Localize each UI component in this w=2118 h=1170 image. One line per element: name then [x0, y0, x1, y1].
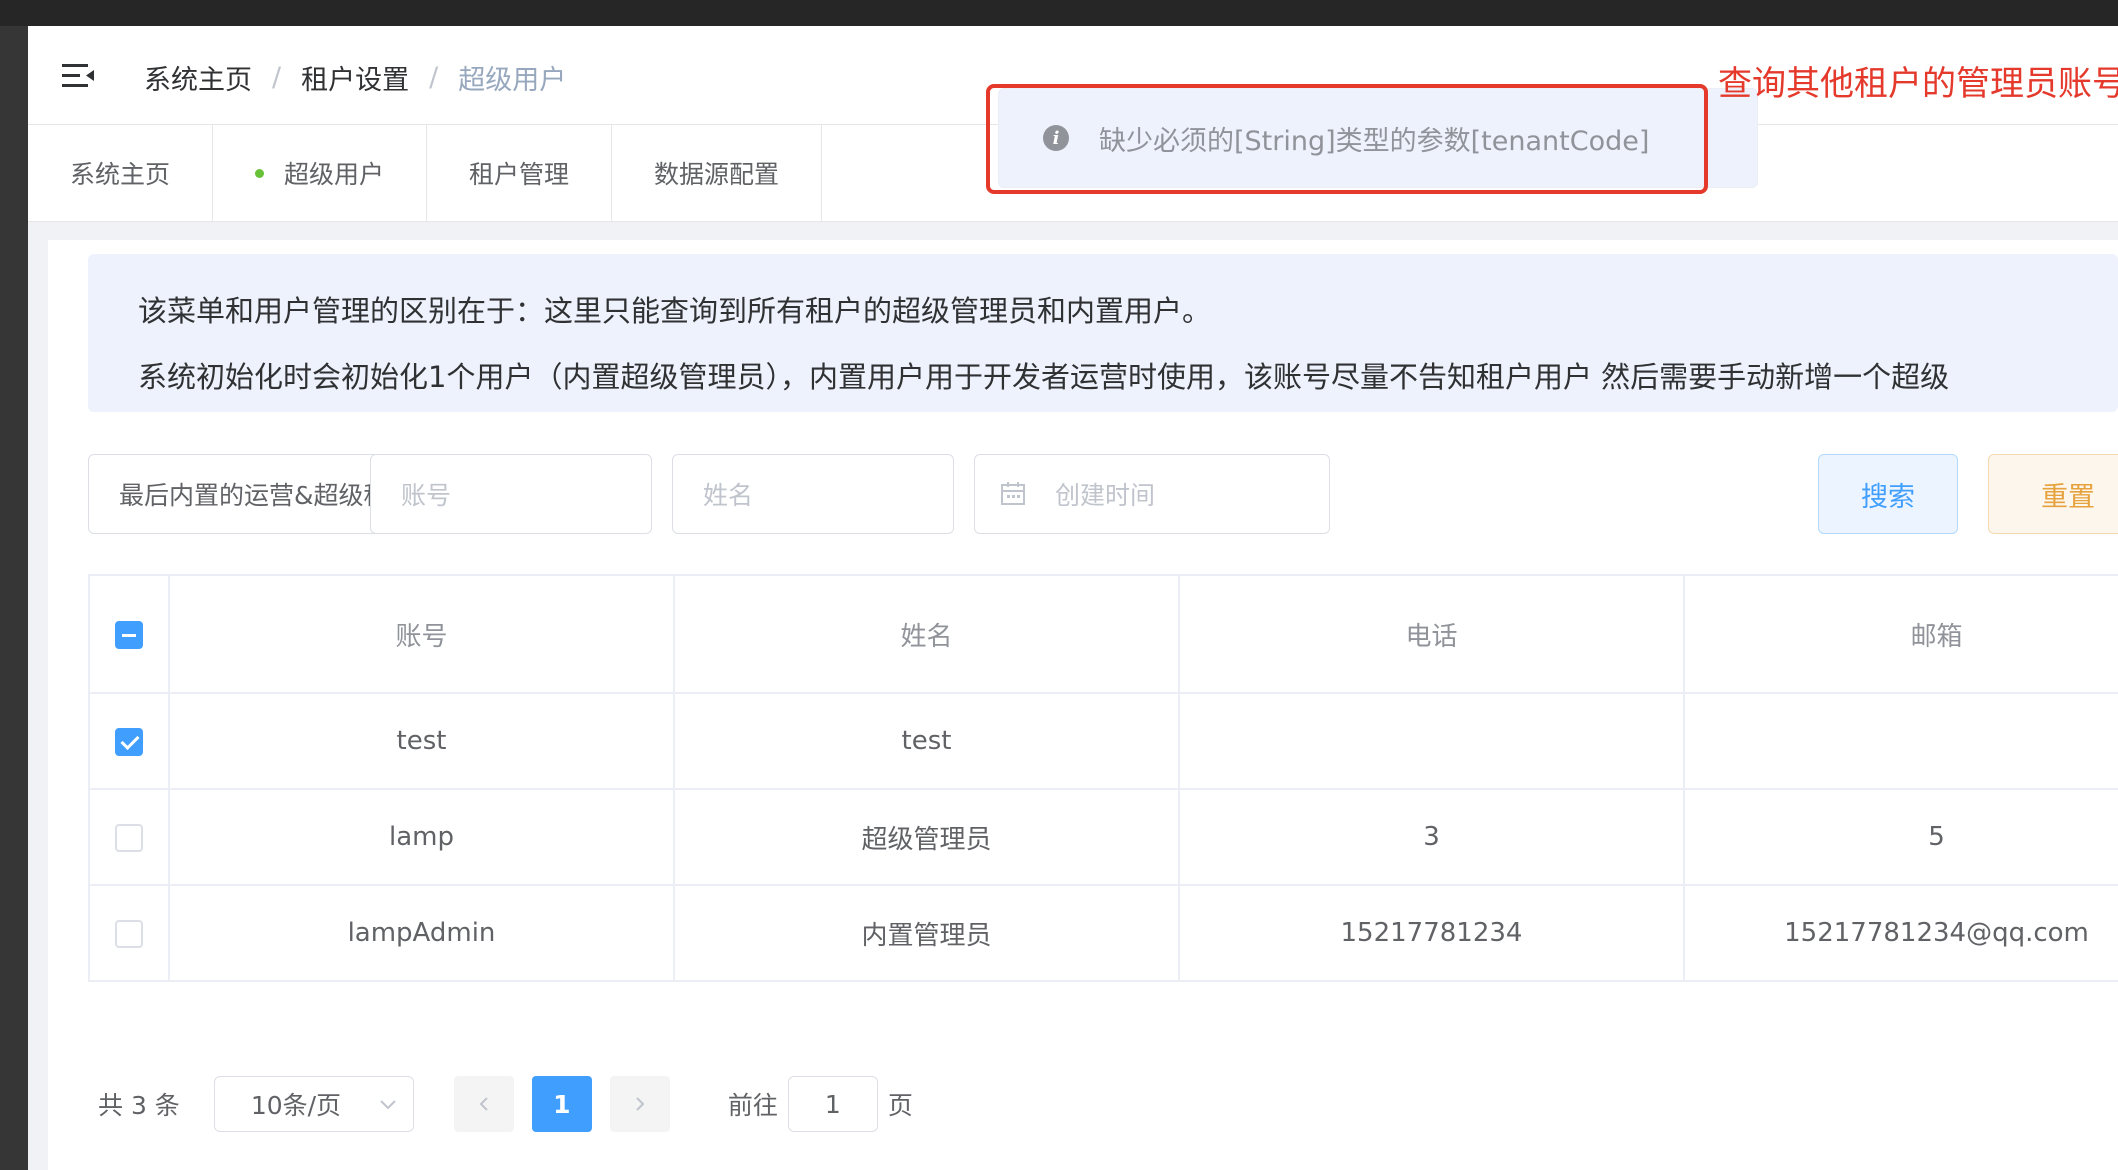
search-button[interactable]: 搜索 — [1818, 454, 1958, 534]
breadcrumb-current: 超级用户 — [458, 65, 567, 96]
account-placeholder: 账号 — [401, 481, 452, 510]
page-jump-input[interactable]: 1 — [787, 1076, 878, 1132]
breadcrumb-separator: / — [272, 62, 282, 93]
app-container: 系统主页 / 租户设置 / 超级用户 系统主页 超级用户 租户管理 数据源配置 … — [28, 26, 2118, 1170]
table-row[interactable]: test test — [88, 692, 2118, 790]
goto-label: 前往 — [727, 1091, 778, 1120]
create-time-picker[interactable]: 创建时间 — [974, 454, 1330, 534]
cell-name: 内置管理员 — [673, 884, 1180, 982]
row-select-cell — [88, 884, 170, 982]
chevron-right-icon — [636, 1097, 645, 1111]
hamburger-menu-icon[interactable] — [62, 62, 96, 90]
alert-line-1: 该菜单和用户管理的区别在于：这里只能查询到所有租户的超级管理员和内置用户。 — [138, 294, 1212, 328]
active-dot-icon — [255, 168, 265, 178]
cell-phone: 15217781234 — [1178, 884, 1685, 982]
breadcrumb-separator: / — [429, 62, 439, 93]
create-time-placeholder: 创建时间 — [1055, 481, 1156, 510]
name-input[interactable]: 姓名 — [672, 454, 954, 534]
row-select-cell — [88, 692, 170, 790]
alert-line-2: 系统初始化时会初始化1个用户（内置超级管理员），内置用户用于开发者运营时使用，该… — [138, 360, 1950, 394]
breadcrumb: 系统主页 / 租户设置 / 超级用户 — [144, 58, 566, 97]
chevron-down-icon — [380, 1100, 396, 1110]
prev-page-button[interactable] — [453, 1076, 514, 1132]
tag-label: 超级用户 — [284, 160, 385, 189]
header-name[interactable]: 姓名 — [673, 574, 1180, 694]
cell-account: lamp — [168, 788, 675, 886]
breadcrumb-tenant-settings[interactable]: 租户设置 — [301, 58, 409, 97]
header-account[interactable]: 账号 — [168, 574, 675, 694]
tag-label: 数据源配置 — [654, 160, 780, 189]
tag-super-user[interactable]: 超级用户 — [213, 125, 428, 221]
cell-name: 超级管理员 — [673, 788, 1180, 886]
select-all-checkbox[interactable] — [115, 620, 143, 649]
cell-email: 5 — [1683, 788, 2118, 886]
header-phone[interactable]: 电话 — [1178, 574, 1685, 694]
super-user-table: 账号 姓名 电话 邮箱 test test lamp 超级管理员 3 5 lam… — [88, 574, 2118, 982]
account-input[interactable]: 账号 — [370, 454, 652, 534]
name-placeholder: 姓名 — [703, 481, 754, 510]
tag-home[interactable]: 系统主页 — [28, 125, 214, 221]
header-email[interactable]: 邮箱 — [1683, 574, 2118, 694]
tag-tenant-management[interactable]: 租户管理 — [427, 125, 613, 221]
next-page-button[interactable] — [609, 1076, 670, 1132]
cell-account: test — [168, 692, 675, 790]
info-alert: 该菜单和用户管理的区别在于：这里只能查询到所有租户的超级管理员和内置用户。 系统… — [88, 254, 2118, 412]
header-select-all — [88, 574, 170, 694]
pagination: 共 3 条 10条/页 1 前往 1 页 — [98, 1076, 913, 1132]
annotation-highlight-box — [986, 84, 1708, 194]
table-header-row: 账号 姓名 电话 邮箱 — [88, 574, 2118, 694]
table-row[interactable]: lamp 超级管理员 3 5 — [88, 788, 2118, 886]
tag-datasource-config[interactable]: 数据源配置 — [612, 125, 823, 221]
cell-phone: 3 — [1178, 788, 1685, 886]
row-checkbox[interactable] — [115, 823, 143, 852]
chevron-left-icon — [479, 1097, 488, 1111]
page-number-button[interactable]: 1 — [531, 1076, 592, 1132]
window-top-strip — [0, 0, 2118, 26]
cell-name: test — [673, 692, 1180, 790]
tag-label: 系统主页 — [70, 160, 171, 189]
sidebar-collapsed — [0, 26, 28, 1170]
page-size-select[interactable]: 10条/页 — [213, 1076, 414, 1132]
cell-email — [1683, 692, 2118, 790]
row-checkbox[interactable] — [115, 919, 143, 948]
table-row[interactable]: lampAdmin 内置管理员 15217781234 15217781234@… — [88, 884, 2118, 982]
annotation-text: 查询其他租户的管理员账号 — [1718, 64, 2118, 104]
row-select-cell — [88, 788, 170, 886]
cell-email: 15217781234@qq.com — [1683, 884, 2118, 982]
row-checkbox[interactable] — [115, 727, 143, 756]
tenant-select-value: 最后内置的运营&超级租 — [119, 481, 389, 510]
tag-label: 租户管理 — [469, 160, 570, 189]
page-suffix-label: 页 — [887, 1091, 913, 1120]
cell-phone — [1178, 692, 1685, 790]
cell-account: lampAdmin — [168, 884, 675, 982]
page-size-value: 10条/页 — [250, 1091, 342, 1120]
reset-button[interactable]: 重置 — [1988, 454, 2118, 534]
breadcrumb-home[interactable]: 系统主页 — [144, 58, 252, 97]
calendar-icon — [1001, 482, 1025, 505]
pagination-total: 共 3 条 — [98, 1091, 180, 1120]
